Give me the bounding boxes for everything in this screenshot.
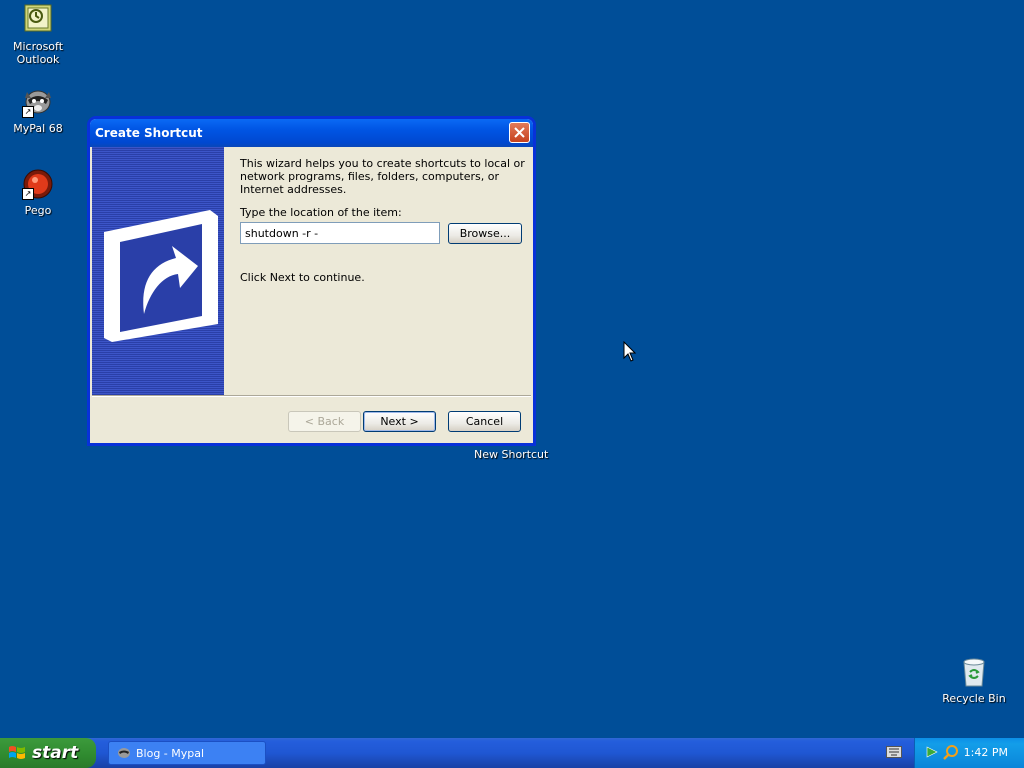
next-button[interactable]: Next > [363, 411, 436, 432]
mypal-raccoon-icon [118, 748, 130, 758]
desktop-icon-label: Pego [24, 204, 52, 217]
mypal-raccoon-icon: ↗ [22, 86, 54, 118]
taskbar: start Blog - Mypal 1:42 PM [0, 738, 1024, 768]
desktop-icon-outlook[interactable]: Microsoft Outlook [0, 4, 76, 66]
create-shortcut-dialog: Create Shortcut This wizard helps you to… [89, 118, 534, 444]
desktop-icon-label: Microsoft Outlook [12, 40, 64, 66]
desktop-icon-label: MyPal 68 [13, 122, 63, 135]
dialog-separator [92, 395, 531, 397]
start-label: start [32, 743, 79, 763]
clock[interactable]: 1:42 PM [964, 746, 1008, 759]
back-button[interactable]: < Back [288, 411, 361, 432]
location-input[interactable] [240, 222, 440, 244]
cancel-button[interactable]: Cancel [448, 411, 521, 432]
dialog-titlebar[interactable]: Create Shortcut [90, 119, 533, 147]
desktop-icon-pego[interactable]: ↗ Pego [0, 168, 76, 217]
wizard-intro-text: This wizard helps you to create shortcut… [240, 157, 525, 196]
wizard-content: This wizard helps you to create shortcut… [240, 157, 525, 196]
desktop-icon-recycle-bin[interactable]: Recycle Bin [936, 656, 1012, 705]
search-tray-icon[interactable] [943, 744, 959, 760]
keyboard-icon[interactable] [886, 746, 902, 758]
close-icon [514, 127, 525, 138]
shortcut-arrow-icon: ↗ [22, 106, 34, 118]
desktop-icon-label: Recycle Bin [942, 692, 1006, 705]
system-tray: 1:42 PM [914, 738, 1024, 768]
close-button[interactable] [509, 122, 530, 143]
windows-flag-icon [9, 746, 25, 759]
shortcut-wizard-icon [104, 210, 218, 342]
wizard-sidebar [92, 147, 224, 395]
browse-button[interactable]: Browse... [448, 223, 522, 244]
shortcut-arrow-icon: ↗ [22, 188, 34, 200]
task-label: Blog - Mypal [136, 746, 205, 760]
network-tray-icon[interactable] [925, 745, 939, 759]
desktop-icon-mypal[interactable]: ↗ MyPal 68 [0, 86, 76, 135]
mouse-cursor-icon [623, 341, 637, 362]
outlook-icon [22, 4, 54, 36]
recycle-bin-icon [958, 656, 990, 688]
pego-icon: ↗ [22, 168, 54, 200]
start-button[interactable]: start [0, 738, 96, 768]
location-label: Type the location of the item: [240, 206, 402, 219]
dialog-title: Create Shortcut [95, 126, 203, 140]
continue-text: Click Next to continue. [240, 271, 365, 284]
new-shortcut-caption[interactable]: New Shortcut [474, 448, 548, 461]
taskbar-item-blog-mypal[interactable]: Blog - Mypal [108, 741, 266, 765]
